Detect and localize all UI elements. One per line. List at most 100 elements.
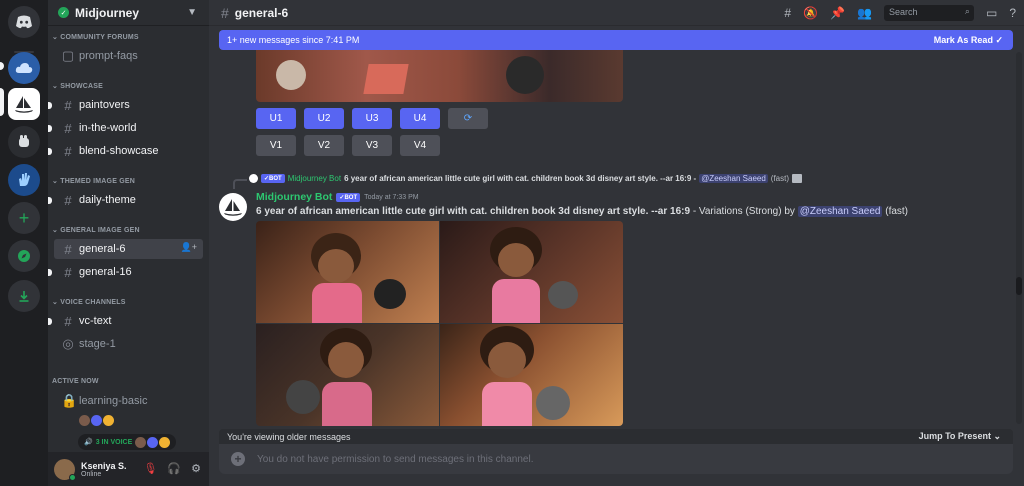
image-tile-2[interactable] [440, 221, 623, 323]
server-cloud-icon[interactable] [8, 52, 40, 84]
image-attachment-icon [792, 174, 803, 183]
search-icon: ⌕ [964, 6, 970, 16]
hash-icon: # [64, 97, 72, 113]
generated-image-previous[interactable] [256, 50, 623, 102]
hash-icon: # [64, 192, 72, 208]
image-tile-4[interactable] [440, 324, 623, 426]
channel-header: # general-6 # 🔕 📌 👥 Search ⌕ ▭ ? [209, 0, 1024, 26]
server-rail: + [0, 0, 48, 486]
member-list-icon[interactable]: 👥 [857, 6, 872, 20]
help-icon[interactable]: ? [1009, 6, 1016, 20]
message-scrollbar[interactable] [1016, 52, 1022, 424]
search-input[interactable]: Search ⌕ [883, 5, 974, 21]
channel-vc-text[interactable]: # vc-text [48, 311, 203, 331]
channel-daily-theme[interactable]: # daily-theme [48, 190, 203, 210]
upscale-button-u1[interactable]: U1 [256, 108, 296, 129]
avatar [91, 415, 102, 426]
avatar [135, 436, 147, 448]
variation-button-v3[interactable]: V3 [352, 135, 392, 156]
composer-placeholder: You do not have permission to send messa… [257, 453, 534, 465]
mute-microphone-icon[interactable]: 🎙 [143, 462, 157, 475]
server-hand-icon[interactable] [8, 164, 40, 196]
mark-as-read-button[interactable]: Mark As Read ✓ [934, 35, 1003, 46]
threads-icon[interactable]: # [784, 6, 791, 20]
category-general-image-gen[interactable]: ⌄ GENERAL IMAGE GEN [52, 226, 140, 234]
server-midjourney-icon[interactable] [8, 88, 40, 120]
variation-button-v4[interactable]: V4 [400, 135, 440, 156]
category-voice-channels[interactable]: ⌄ VOICE CHANNELS [52, 298, 126, 306]
avatar [79, 415, 90, 426]
headphones-icon[interactable]: 🎧 [167, 462, 181, 475]
reroll-button[interactable]: ⟳ [448, 108, 488, 129]
message-author[interactable]: Midjourney Bot [256, 191, 332, 203]
image-tile-3[interactable] [256, 324, 439, 426]
message-header: Midjourney Bot ✓BOT Today at 7:33 PM [256, 191, 419, 203]
variation-button-v2[interactable]: V2 [304, 135, 344, 156]
message-timestamp: Today at 7:33 PM [364, 193, 419, 201]
generated-image-grid[interactable] [256, 221, 623, 426]
category-active-now: ACTIVE NOW [52, 378, 99, 385]
bot-avatar[interactable] [219, 193, 247, 221]
avatar [103, 415, 114, 426]
upscale-button-u3[interactable]: U3 [352, 108, 392, 129]
upscale-button-u4[interactable]: U4 [400, 108, 440, 129]
discord-home-icon[interactable] [8, 6, 40, 38]
scrollbar-thumb[interactable] [1016, 277, 1022, 295]
category-community-forums[interactable]: ⌄ COMMUNITY FORUMS [52, 33, 139, 41]
hash-icon: # [64, 241, 72, 257]
channel-learning-basic[interactable]: 🔒 learning-basic [54, 391, 203, 411]
guild-header[interactable]: ✓ Midjourney ▼ [48, 0, 209, 26]
channel-general-16[interactable]: # general-16 [48, 262, 203, 282]
channel-stage-1[interactable]: ◎ stage-1 [54, 334, 203, 354]
unread-dot [48, 148, 52, 155]
online-status-dot [69, 473, 76, 481]
message-prompt: 6 year of african american little cute g… [256, 206, 691, 217]
hash-icon: # [221, 4, 229, 21]
reply-mention[interactable]: @Zeeshan Saeed [699, 174, 768, 183]
verified-check-icon: ✓ [58, 7, 69, 18]
refresh-icon: ⟳ [463, 113, 473, 124]
channel-general-6[interactable]: # general-6 👤+ [54, 239, 203, 259]
user-avatar[interactable] [54, 458, 76, 481]
category-themed-image-gen[interactable]: ⌄ THEMED IMAGE GEN [52, 177, 135, 185]
channel-in-the-world[interactable]: # in-the-world [48, 118, 203, 138]
voice-badge[interactable]: 🔊 3 IN VOICE [78, 434, 177, 450]
settings-gear-icon[interactable]: ⚙ [191, 462, 201, 475]
upscale-button-u2[interactable]: U2 [304, 108, 344, 129]
download-apps-icon[interactable] [8, 280, 40, 312]
inbox-icon[interactable]: ▭ [986, 6, 997, 20]
forum-icon: ▢ [61, 48, 75, 63]
discord-app: + ✓ Midjourney ▼ ⌄ COMMUNITY FORUMS ▢ pro… [0, 0, 1024, 486]
notification-bell-muted-icon[interactable]: 🔕 [803, 6, 818, 20]
hash-icon: # [64, 264, 72, 280]
active-avatars [78, 415, 114, 426]
avatar [159, 436, 171, 448]
pinned-messages-icon[interactable]: 📌 [830, 6, 845, 20]
server-fist-icon[interactable] [8, 126, 40, 158]
speaker-icon: 🔊 [84, 439, 93, 446]
add-member-icon[interactable]: 👤+ [181, 242, 197, 253]
unread-dot [48, 125, 52, 132]
channel-title: general-6 [234, 5, 289, 20]
new-messages-banner[interactable]: 1+ new messages since 7:41 PM Mark As Re… [219, 30, 1013, 50]
category-showcase[interactable]: ⌄ SHOWCASE [52, 82, 103, 90]
chat-main: # general-6 # 🔕 📌 👥 Search ⌕ ▭ ? 1+ new m… [209, 0, 1024, 486]
channel-blend-showcase[interactable]: # blend-showcase [48, 141, 203, 161]
chevron-down-icon: ▼ [187, 7, 197, 18]
reply-connector [233, 179, 247, 189]
add-server-icon[interactable]: + [8, 202, 40, 234]
image-tile-1[interactable] [256, 221, 439, 323]
message-mention[interactable]: @Zeeshan Saeed [797, 206, 883, 217]
user-panel: Kseniya S. Online 🎙 🎧 ⚙ [48, 452, 209, 486]
channel-paintovers[interactable]: # paintovers [48, 95, 203, 115]
reply-suffix: (fast) [770, 174, 790, 183]
channel-prompt-faqs[interactable]: ▢ prompt-faqs [54, 46, 203, 66]
jump-to-present-button[interactable]: Jump To Present ⌄ [919, 431, 1001, 442]
variation-button-v1[interactable]: V1 [256, 135, 296, 156]
older-messages-bar: You're viewing older messages Jump To Pr… [219, 429, 1013, 444]
reply-reference[interactable]: ✓BOT Midjourney Bot 6 year of african am… [249, 174, 803, 183]
message-composer[interactable]: + You do not have permission to send mes… [219, 444, 1013, 474]
add-attachment-icon[interactable]: + [231, 452, 245, 466]
explore-compass-icon[interactable] [8, 240, 40, 272]
bot-tag: ✓BOT [261, 174, 285, 183]
